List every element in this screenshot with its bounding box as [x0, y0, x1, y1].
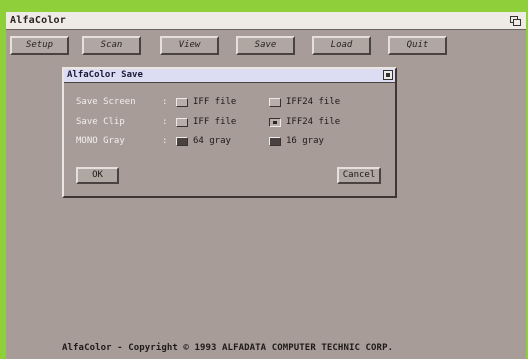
dialog-close-icon[interactable] [383, 70, 393, 80]
app-title: AlfaColor [10, 15, 66, 26]
main-toolbar: Setup Scan View Save Load Quit [10, 36, 520, 56]
save-clip-iff-option[interactable]: IFF file [176, 115, 236, 129]
save-screen-row: Save Screen : IFF file IFF24 file [64, 95, 395, 109]
cancel-button[interactable]: Cancel [337, 167, 381, 184]
option-label: IFF file [193, 97, 237, 107]
row-colon: : [162, 97, 168, 107]
row-colon: : [162, 117, 168, 127]
radio-button-icon[interactable] [176, 97, 188, 107]
mono-64-gray-option[interactable]: 64 gray [176, 134, 231, 148]
save-screen-iff24-option[interactable]: IFF24 file [269, 95, 340, 109]
setup-button[interactable]: Setup [10, 36, 69, 55]
row-label: MONO Gray [76, 136, 125, 146]
mono-16-gray-option[interactable]: 16 gray [269, 134, 324, 148]
screen-title-bar[interactable]: AlfaColor [6, 12, 526, 30]
save-button[interactable]: Save [236, 36, 295, 55]
row-colon: : [162, 136, 168, 146]
row-label: Save Screen [76, 97, 136, 107]
copyright-text: AlfaColor - Copyright © 1993 ALFADATA CO… [62, 343, 394, 353]
row-label: Save Clip [76, 117, 125, 127]
mono-gray-row: MONO Gray : 64 gray 16 gray [64, 134, 395, 148]
view-button[interactable]: View [160, 36, 219, 55]
save-screen-iff-option[interactable]: IFF file [176, 95, 236, 109]
quit-button[interactable]: Quit [388, 36, 447, 55]
option-label: IFF24 file [286, 97, 341, 107]
load-button[interactable]: Load [312, 36, 371, 55]
dialog-title-bar[interactable]: AlfaColor Save [64, 69, 395, 83]
option-label: IFF24 file [286, 117, 341, 127]
save-dialog: AlfaColor Save Save Screen : IFF file IF… [62, 67, 397, 198]
ok-button[interactable]: OK [76, 167, 119, 184]
option-label: IFF file [193, 117, 237, 127]
dialog-title: AlfaColor Save [67, 70, 143, 80]
save-clip-iff24-option[interactable]: IFF24 file [269, 115, 340, 129]
option-label: 64 gray [193, 136, 231, 146]
depth-arrange-icon[interactable] [510, 16, 521, 26]
option-label: 16 gray [286, 136, 324, 146]
radio-button-icon[interactable] [176, 136, 188, 146]
amiga-screen: AlfaColor Setup Scan View Save Load Quit… [6, 12, 526, 359]
radio-button-icon[interactable] [176, 117, 188, 127]
radio-button-checked-icon[interactable] [269, 117, 281, 127]
scan-button[interactable]: Scan [82, 36, 141, 55]
save-clip-row: Save Clip : IFF file IFF24 file [64, 115, 395, 129]
radio-button-icon[interactable] [269, 97, 281, 107]
radio-button-icon[interactable] [269, 136, 281, 146]
